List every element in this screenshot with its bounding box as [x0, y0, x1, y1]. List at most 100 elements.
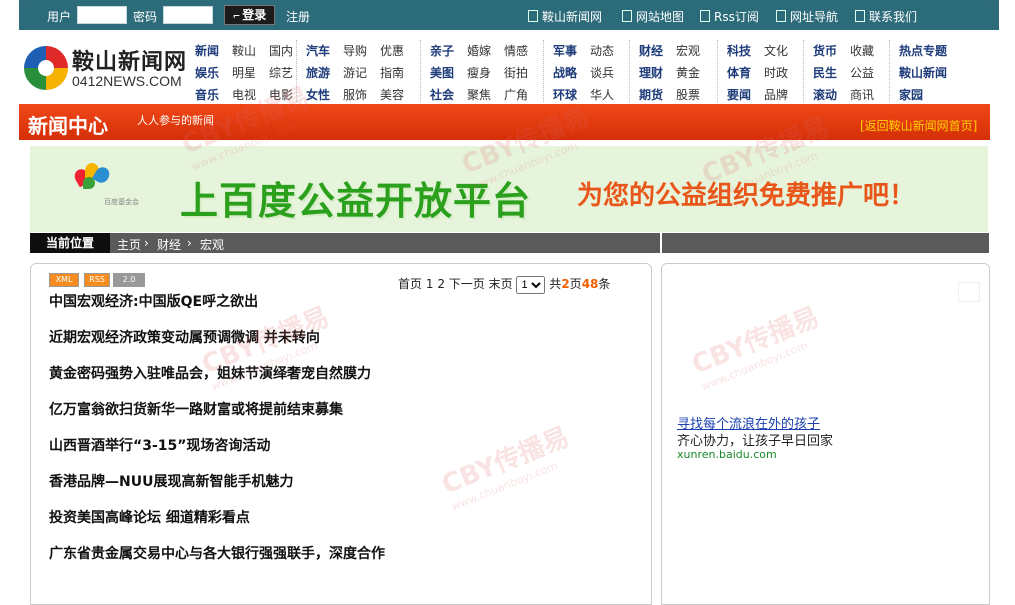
back-home-link[interactable]: [返回鞍山新闻网首页] [860, 117, 977, 134]
nav-link[interactable]: 黄金 [676, 62, 713, 84]
nav-row: 战略 谈兵 [553, 62, 627, 84]
rss-version-badge[interactable]: 2.0 [113, 273, 145, 287]
nav-link[interactable]: 商讯 [850, 84, 887, 106]
contact-link[interactable]: 联系我们 [855, 8, 917, 25]
article-link[interactable]: 广东省贵金属交易中心与各大银行强强联手，深度合作 [49, 543, 385, 563]
pager-next[interactable]: 下一页 [449, 277, 485, 291]
pager-last[interactable]: 末页 [489, 277, 513, 291]
article-link[interactable]: 投资美国高峰论坛 细道精彩看点 [49, 507, 250, 527]
nav-link[interactable]: 华人 [590, 84, 627, 106]
nav-link[interactable]: 时政 [764, 62, 801, 84]
nav-link[interactable]: 收藏 [850, 40, 887, 62]
pager-first[interactable]: 首页 [398, 277, 422, 291]
home-site-link[interactable]: 鞍山新闻网 [528, 8, 602, 25]
register-link[interactable]: 注册 [286, 8, 310, 25]
nav-link[interactable]: 文化 [764, 40, 801, 62]
nav-link[interactable]: 科技 [727, 40, 764, 62]
nav-link[interactable]: 军事 [553, 40, 590, 62]
nav-link[interactable]: 国内 [269, 40, 306, 62]
article-link[interactable]: 香港品牌—NUU展现高新智能手机魅力 [49, 471, 293, 491]
nav-link[interactable]: 谈兵 [590, 62, 627, 84]
nav-link[interactable]: 热点专题 [899, 40, 979, 62]
article-link[interactable]: 黄金密码强势入驻唯品会，姐妹节演绎奢宠自然膜力 [49, 363, 371, 383]
nav-link[interactable]: 股票 [676, 84, 713, 106]
article-link[interactable]: 近期宏观经济政策变动属预调微调 并未转向 [49, 327, 320, 347]
nav-link[interactable]: 鞍山新闻 [899, 62, 979, 84]
nav-link[interactable]: 音乐 [195, 84, 232, 106]
rss-label: Rss订阅 [714, 10, 759, 24]
password-input[interactable] [163, 6, 213, 24]
nav-link[interactable]: 滚动 [813, 84, 850, 106]
article-link[interactable]: 亿万富翁欲扫货新华一路财富或将提前结束募集 [49, 399, 343, 419]
nav-link[interactable]: 导购 [343, 40, 380, 62]
nav-link[interactable]: 社会 [430, 84, 467, 106]
nav-link[interactable]: 情感 [504, 40, 541, 62]
nav-link[interactable]: 聚焦 [467, 84, 504, 106]
rss-link[interactable]: Rss订阅 [700, 8, 759, 25]
pager-items-unit: 条 [598, 277, 611, 291]
pager-page-1[interactable]: 1 [426, 277, 434, 291]
nav-link[interactable]: 期货 [639, 84, 676, 106]
article-link[interactable]: 山西晋酒举行“3-15”现场咨询活动 [49, 435, 270, 455]
nav-link[interactable]: 明星 [232, 62, 269, 84]
nav-link[interactable]: 汽车 [306, 40, 343, 62]
nav-link[interactable]: 广角 [504, 84, 541, 106]
nav-link[interactable]: 瘦身 [467, 62, 504, 84]
nav-link[interactable]: 女性 [306, 84, 343, 106]
pager-page-2[interactable]: 2 [437, 277, 445, 291]
nav-link[interactable]: 婚嫁 [467, 40, 504, 62]
ad-close-box[interactable] [958, 282, 980, 302]
nav-link[interactable]: 亲子 [430, 40, 467, 62]
logo-domain[interactable]: 0412NEWS.COM [72, 73, 182, 89]
nav-link[interactable]: 优惠 [380, 40, 417, 62]
nav-link[interactable]: 美容 [380, 84, 417, 106]
article-link[interactable]: 中国宏观经济:中国版QE呼之欲出 [49, 291, 258, 311]
logo-title[interactable]: 鞍山新闻网 [72, 44, 187, 76]
nav-link[interactable]: 服饰 [343, 84, 380, 106]
nav-link[interactable]: 要闻 [727, 84, 764, 106]
nav-row: 新闻 鞍山 国内 [195, 40, 306, 62]
nav-link[interactable]: 娱乐 [195, 62, 232, 84]
breadcrumb-macro[interactable]: 宏观 [200, 236, 224, 253]
nav-link[interactable]: 理财 [639, 62, 676, 84]
nav-link[interactable]: 体育 [727, 62, 764, 84]
nav-link[interactable]: 动态 [590, 40, 627, 62]
nav-link[interactable]: 鞍山 [232, 40, 269, 62]
nav-link[interactable]: 家园 [899, 84, 979, 106]
nav-group: 货币 收藏 民生 公益 滚动 商讯 [813, 40, 887, 106]
nav-group: 亲子 婚嫁 情感美图 瘦身 街拍社会 聚焦 广角 [430, 40, 541, 106]
nav-link[interactable]: 指南 [380, 62, 417, 84]
nav-link[interactable]: 战略 [553, 62, 590, 84]
username-input[interactable] [77, 6, 127, 24]
rss-badge[interactable]: RSS [84, 273, 110, 287]
page-select[interactable]: 1 [516, 275, 546, 294]
contact-icon [855, 10, 865, 22]
nav-link[interactable]: 街拍 [504, 62, 541, 84]
nav-link[interactable]: 民生 [813, 62, 850, 84]
breadcrumb-home[interactable]: 主页 [117, 236, 141, 253]
nav-link[interactable]: 公益 [850, 62, 887, 84]
breadcrumb-finance[interactable]: 财经 [157, 236, 181, 253]
xml-badge[interactable]: XML [49, 273, 79, 287]
nav-link[interactable]: 货币 [813, 40, 850, 62]
nav-link[interactable]: 美图 [430, 62, 467, 84]
logo-icon[interactable] [24, 46, 68, 90]
ad-url[interactable]: xunren.baidu.com [677, 448, 777, 461]
nav-link[interactable]: 宏观 [676, 40, 713, 62]
url-nav-label: 网址导航 [790, 10, 839, 24]
nav-link[interactable]: 综艺 [269, 62, 306, 84]
login-label: 登录 [242, 8, 267, 22]
url-nav-link[interactable]: 网址导航 [776, 8, 838, 25]
nav-link[interactable]: 游记 [343, 62, 380, 84]
nav-link[interactable]: 旅游 [306, 62, 343, 84]
nav-link[interactable]: 新闻 [195, 40, 232, 62]
banner-main-text: 上百度公益开放平台 [180, 179, 532, 223]
sitemap-link[interactable]: 网站地图 [622, 8, 684, 25]
nav-link[interactable]: 财经 [639, 40, 676, 62]
nav-link[interactable]: 电视 [232, 84, 269, 106]
nav-link[interactable]: 环球 [553, 84, 590, 106]
login-button[interactable]: ⌐ 登录 [224, 5, 275, 25]
nav-link[interactable]: 品牌 [764, 84, 801, 106]
nav-link[interactable]: 电影 [269, 84, 306, 106]
contact-label: 联系我们 [869, 10, 918, 24]
